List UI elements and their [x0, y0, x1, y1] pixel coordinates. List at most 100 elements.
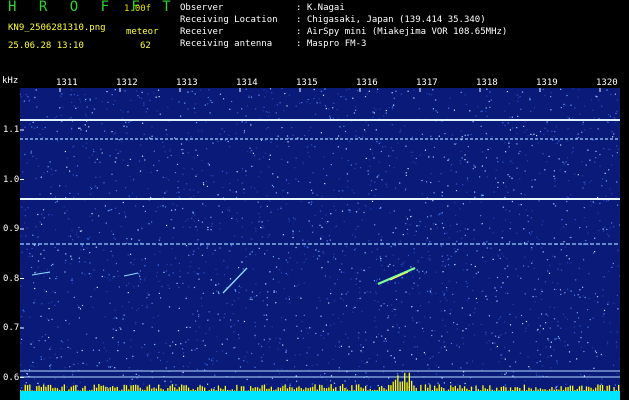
noise-dot: [553, 203, 555, 205]
noise-dot: [263, 314, 265, 316]
noise-dot: [321, 226, 323, 228]
noise-dot: [268, 115, 270, 117]
noise-dot: [277, 369, 279, 371]
noise-dot: [492, 232, 494, 234]
noise-dot: [136, 369, 139, 371]
echo-bar: [314, 384, 316, 391]
noise-dot: [400, 93, 402, 95]
noise-dot: [251, 298, 253, 301]
noise-dot: [512, 375, 514, 377]
noise-dot: [60, 95, 62, 97]
noise-dot: [508, 142, 510, 144]
noise-dot: [529, 368, 531, 370]
noise-dot: [195, 320, 197, 322]
noise-dot: [117, 350, 119, 352]
noise-dot: [347, 160, 349, 162]
echo-bar: [302, 389, 305, 391]
noise-dot: [340, 297, 342, 299]
noise-dot: [455, 171, 457, 173]
noise-dot: [444, 346, 446, 348]
noise-dot: [379, 108, 381, 110]
noise-dot: [241, 261, 243, 263]
noise-dot: [464, 228, 466, 230]
noise-dot: [364, 252, 366, 254]
noise-dot: [130, 346, 132, 348]
noise-dot: [472, 121, 474, 123]
noise-dot: [61, 120, 63, 123]
noise-dot: [468, 324, 470, 326]
noise-dot: [304, 134, 306, 137]
noise-dot: [516, 127, 518, 129]
noise-dot: [399, 182, 401, 184]
noise-dot: [335, 209, 337, 211]
noise-dot: [547, 130, 549, 132]
noise-dot: [440, 173, 442, 175]
noise-dot: [64, 262, 66, 264]
noise-dot: [330, 164, 332, 166]
noise-dot: [109, 366, 111, 368]
noise-dot: [345, 98, 347, 100]
noise-dot: [600, 383, 602, 385]
noise-dot: [480, 111, 482, 113]
noise-dot: [146, 304, 148, 306]
noise-dot: [188, 254, 190, 256]
noise-dot: [426, 237, 429, 239]
echo-bar: [141, 389, 144, 391]
noise-dot: [111, 230, 113, 232]
noise-dot: [540, 289, 543, 291]
noise-dot: [616, 294, 618, 296]
noise-dot: [475, 297, 477, 300]
echo-bar: [270, 386, 272, 391]
noise-dot: [531, 210, 533, 212]
noise-dot: [258, 343, 260, 345]
noise-dot: [617, 148, 619, 150]
noise-dot: [229, 250, 231, 252]
noise-dot: [283, 109, 285, 111]
noise-dot: [48, 308, 50, 310]
noise-dot: [269, 346, 271, 348]
noise-dot: [344, 380, 346, 382]
noise-dot: [491, 332, 493, 334]
noise-dot: [501, 354, 503, 356]
noise-dot: [563, 226, 565, 228]
echo-bar: [137, 385, 139, 391]
noise-dot: [430, 173, 432, 175]
noise-dot: [173, 227, 175, 229]
echo-bar: [484, 388, 486, 391]
noise-dot: [135, 205, 137, 207]
noise-dot: [429, 255, 431, 257]
noise-dot: [132, 179, 134, 181]
noise-dot: [39, 133, 41, 135]
noise-dot: [410, 271, 412, 273]
noise-dot: [183, 352, 185, 354]
noise-dot: [306, 246, 308, 248]
noise-dot: [278, 337, 280, 339]
noise-dot: [444, 297, 446, 299]
noise-dot: [183, 355, 185, 357]
noise-dot: [77, 94, 79, 96]
noise-dot: [80, 101, 82, 103]
noise-dot: [369, 159, 371, 161]
noise-dot: [347, 337, 349, 339]
noise-dot: [277, 135, 279, 137]
noise-dot: [210, 225, 212, 227]
noise-dot: [277, 348, 279, 350]
noise-dot: [462, 374, 464, 376]
noise-dot: [24, 209, 26, 211]
noise-dot: [88, 273, 90, 275]
noise-dot: [262, 354, 264, 356]
noise-dot: [329, 380, 332, 382]
noise-dot: [524, 242, 526, 244]
noise-dot: [402, 364, 404, 366]
noise-dot: [233, 331, 235, 333]
noise-dot: [49, 161, 51, 163]
noise-dot: [466, 269, 468, 271]
echo-bar: [148, 384, 151, 391]
noise-dot: [178, 286, 180, 289]
noise-dot: [178, 262, 180, 264]
echo-bar: [480, 390, 482, 391]
noise-dot: [205, 180, 208, 182]
noise-dot: [269, 338, 271, 340]
noise-dot: [498, 336, 500, 338]
noise-dot: [81, 230, 83, 232]
